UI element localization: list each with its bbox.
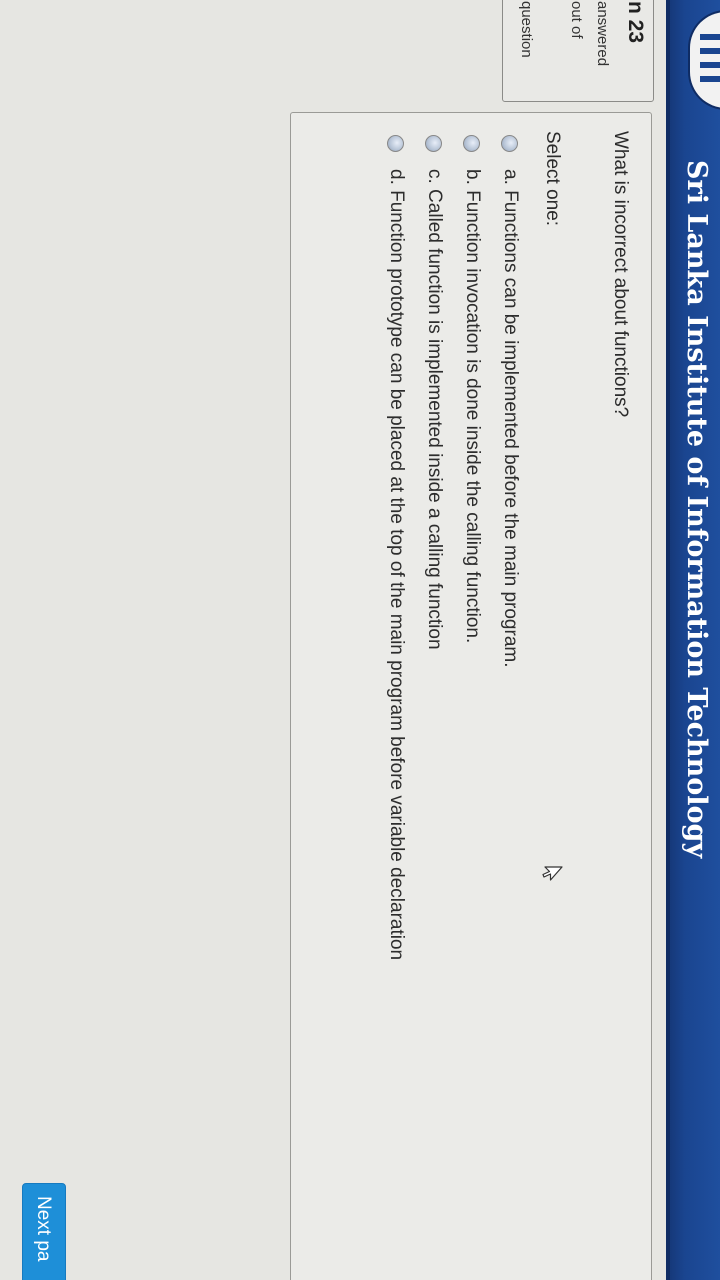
mouse-pointer-icon xyxy=(542,866,563,881)
quiz-screen: Sri Lanka Institute of Information Techn… xyxy=(0,0,720,1280)
radio-button-c[interactable] xyxy=(425,135,443,152)
question-number: n 23 xyxy=(624,1,647,44)
question-text: What is incorrect about functions? xyxy=(610,131,631,418)
radio-button-d[interactable] xyxy=(387,135,405,152)
answer-option-b[interactable]: b. Function invocation is done inside th… xyxy=(457,135,487,643)
answer-option-a[interactable]: a. Functions can be implemented before t… xyxy=(495,135,525,668)
answer-option-label: b. Function invocation is done inside th… xyxy=(462,169,483,644)
question-content: What is incorrect about functions? Selec… xyxy=(290,112,652,1280)
answer-option-d[interactable]: d. Function prototype can be placed at t… xyxy=(381,135,411,960)
question-mark: out of xyxy=(568,1,585,39)
next-page-button[interactable]: Next pa xyxy=(22,1183,66,1280)
question-status: answered xyxy=(594,1,611,67)
answer-option-label: a. Functions can be implemented before t… xyxy=(500,169,521,668)
answer-option-c[interactable]: c. Called function is implemented inside… xyxy=(419,135,449,650)
answer-option-label: c. Called function is implemented inside… xyxy=(424,169,445,650)
select-one-label: Select one: xyxy=(542,131,563,227)
answer-option-label: d. Function prototype can be placed at t… xyxy=(386,169,407,961)
radio-button-b[interactable] xyxy=(463,135,481,152)
institute-logo xyxy=(688,10,720,110)
site-header: Sri Lanka Institute of Information Techn… xyxy=(666,0,720,1280)
question-info-panel: n 23 answered out of question xyxy=(502,0,654,102)
radio-button-a[interactable] xyxy=(501,135,519,152)
site-title: Sri Lanka Institute of Information Techn… xyxy=(681,160,712,859)
flag-question-link[interactable]: question xyxy=(518,1,535,58)
